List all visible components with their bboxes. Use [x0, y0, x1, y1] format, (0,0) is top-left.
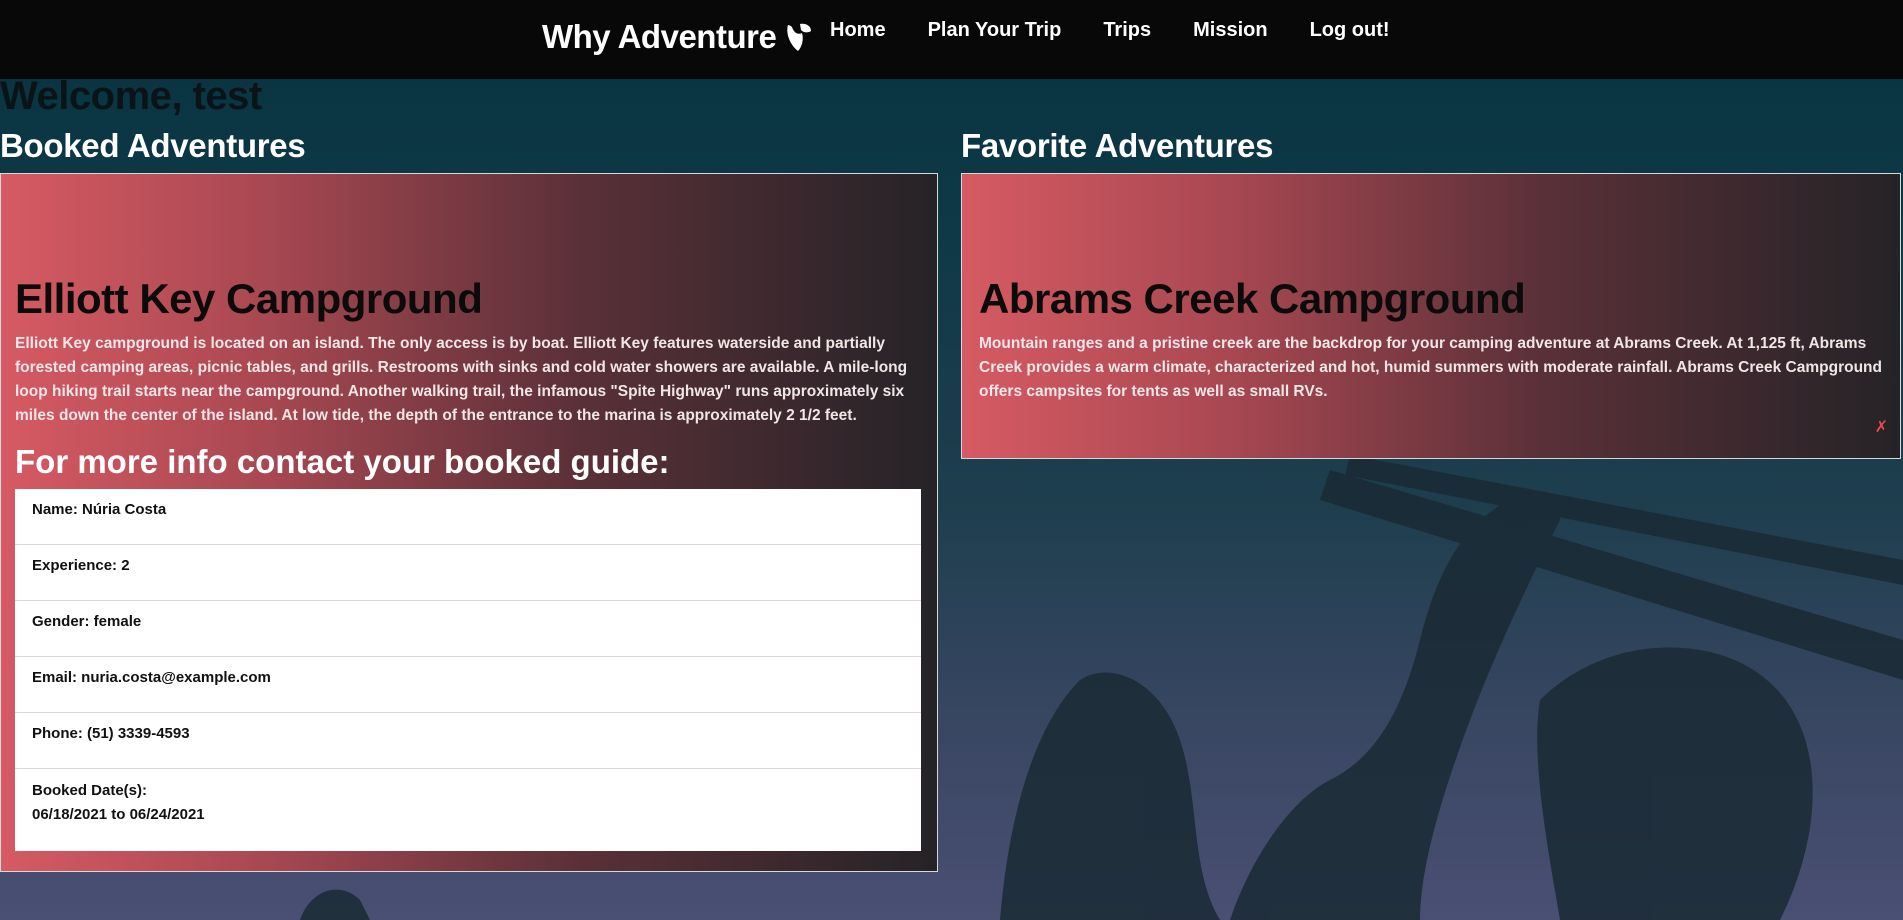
nav-plan-trip-link[interactable]: Plan Your Trip [928, 19, 1062, 42]
booked-adventure-card: Elliott Key Campground Elliott Key campg… [0, 173, 938, 872]
booked-adventure-title: Elliott Key Campground [15, 275, 483, 322]
nav-mission-link[interactable]: Mission [1193, 19, 1267, 42]
booked-dates-value: 06/18/2021 to 06/24/2021 [32, 806, 205, 823]
guide-phone: Phone: (51) 3339-4593 [15, 713, 921, 769]
guide-email: Email: nuria.costa@example.com [15, 657, 921, 713]
brand-logo-icon [787, 23, 812, 51]
booked-adventure-description: Elliott Key campground is located on an … [15, 335, 908, 424]
guide-contact-heading: For more info contact your booked guide: [15, 443, 670, 480]
guide-gender: Gender: female [15, 601, 921, 657]
remove-favorite-button[interactable]: ✗ [1875, 417, 1888, 437]
booked-dates-label: Booked Date(s): [32, 782, 148, 799]
guide-name: Name: Núria Costa [15, 489, 921, 545]
nav-home-link[interactable]: Home [830, 19, 886, 42]
main-nav: Home Plan Your Trip Trips Mission Log ou… [830, 19, 1390, 42]
favorite-adventure-description: Mountain ranges and a pristine creek are… [979, 335, 1882, 400]
brand-name: Why Adventure [542, 18, 777, 55]
favorite-adventure-card: Abrams Creek Campground Mountain ranges … [961, 173, 1901, 459]
brand[interactable]: Why Adventure [542, 18, 814, 56]
booked-dates: Booked Date(s): 06/18/2021 to 06/24/2021 [15, 769, 921, 851]
guide-info-list: Name: Núria Costa Experience: 2 Gender: … [15, 489, 921, 851]
nav-logout-link[interactable]: Log out! [1310, 19, 1390, 42]
guide-experience: Experience: 2 [15, 545, 921, 601]
nav-trips-link[interactable]: Trips [1103, 19, 1151, 42]
favorite-adventure-title: Abrams Creek Campground [979, 275, 1526, 322]
top-navbar: Why Adventure Home Plan Your Trip Trips … [0, 0, 1903, 79]
